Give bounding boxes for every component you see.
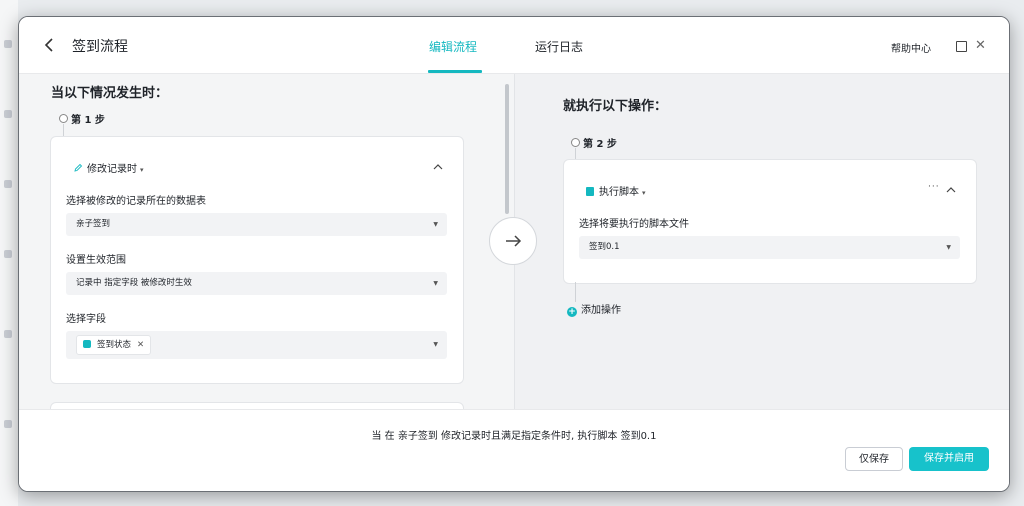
step-connector [575,282,576,302]
close-icon[interactable]: ✕ [975,38,986,53]
active-tab-indicator [428,70,482,73]
action-section-title: 就执行以下操作： [563,99,668,114]
script-icon [586,187,594,196]
trigger-pane: 当以下情况发生时： 第 1 步 修改记录时 ▾ 选择被修改的记录所在的数据表 亲子… [19,74,514,409]
dropdown-arrow-icon: ▼ [433,341,438,348]
background-icon [4,330,12,338]
tab-run-log[interactable]: 运行日志 [535,38,583,55]
add-operation-button[interactable]: + 添加操作 [567,301,621,317]
table-select-value: 亲子签到 [76,219,111,229]
scrollbar[interactable] [505,84,509,214]
remove-tag-icon[interactable]: ✕ [137,340,144,350]
dropdown-arrow-icon: ▼ [433,221,438,228]
tab-edit-flow[interactable]: 编辑流程 [429,38,477,55]
scope-field-label: 设置生效范围 [66,255,126,266]
step-connector [63,124,64,136]
action-type-dropdown[interactable]: 执行脚本 ▾ [586,183,646,198]
help-center-link[interactable]: 帮助中心 [891,40,931,55]
trigger-type-dropdown[interactable]: 修改记录时 ▾ [73,160,144,175]
background-app-strip [0,0,18,506]
chevron-up-icon[interactable] [433,163,443,170]
trigger-section-title: 当以下情况发生时： [51,86,169,101]
table-select[interactable]: 亲子签到 ▼ [66,213,447,236]
modal-header: 签到流程 编辑流程 运行日志 帮助中心 ✕ [19,17,1009,74]
arrow-right-icon [506,235,522,247]
action-card: 执行脚本 ▾ ··· 选择将要执行的脚本文件 签到0.1 ▼ [563,159,977,284]
scope-select-value: 记录中 指定字段 被修改时生效 [76,278,192,288]
modal-footer: 当 在 亲子签到 修改记录时且满足指定条件时, 执行脚本 签到0.1 仅保存 保… [19,409,1009,491]
flow-summary: 当 在 亲子签到 修改记录时且满足指定条件时, 执行脚本 签到0.1 [371,431,657,442]
maximize-icon[interactable] [956,41,967,52]
table-field-label: 选择被修改的记录所在的数据表 [66,196,206,207]
dropdown-arrow-icon: ▼ [433,280,438,287]
trigger-card: 修改记录时 ▾ 选择被修改的记录所在的数据表 亲子签到 ▼ 设置生效范围 记录中 指… [50,136,464,384]
scope-select[interactable]: 记录中 指定字段 被修改时生效 ▼ [66,272,447,295]
collapsed-card [50,402,464,409]
background-icon [4,420,12,428]
edit-icon [74,163,83,172]
workflow-modal: 签到流程 编辑流程 运行日志 帮助中心 ✕ 当以下情况发生时： 第 1 步 修改… [18,16,1010,492]
step-dot-icon [59,114,68,123]
back-icon[interactable] [41,35,59,55]
background-icon [4,40,12,48]
field-select-label: 选择字段 [66,314,106,325]
dropdown-arrow-icon: ▼ [946,244,951,251]
script-field-label: 选择将要执行的脚本文件 [579,219,689,230]
trigger-step-label: 第 1 步 [59,111,105,126]
flow-arrow-button[interactable] [489,217,537,265]
selected-field-tag[interactable]: 签到状态 ✕ [76,335,152,355]
step-dot-icon [571,138,580,147]
plus-icon: + [567,307,577,317]
save-only-button[interactable]: 仅保存 [845,447,903,471]
page-title: 签到流程 [72,39,128,55]
script-select[interactable]: 签到0.1 ▼ [579,236,960,259]
more-options-icon[interactable]: ··· [928,182,940,192]
save-and-enable-button[interactable]: 保存并启用 [909,447,989,471]
background-icon [4,180,12,188]
field-type-icon [83,340,91,348]
chevron-up-icon[interactable] [946,186,956,193]
script-select-value: 签到0.1 [589,242,620,252]
background-icon [4,110,12,118]
background-icon [4,250,12,258]
field-select[interactable]: 签到状态 ✕ ▼ [66,331,447,359]
action-step-label: 第 2 步 [571,135,617,150]
